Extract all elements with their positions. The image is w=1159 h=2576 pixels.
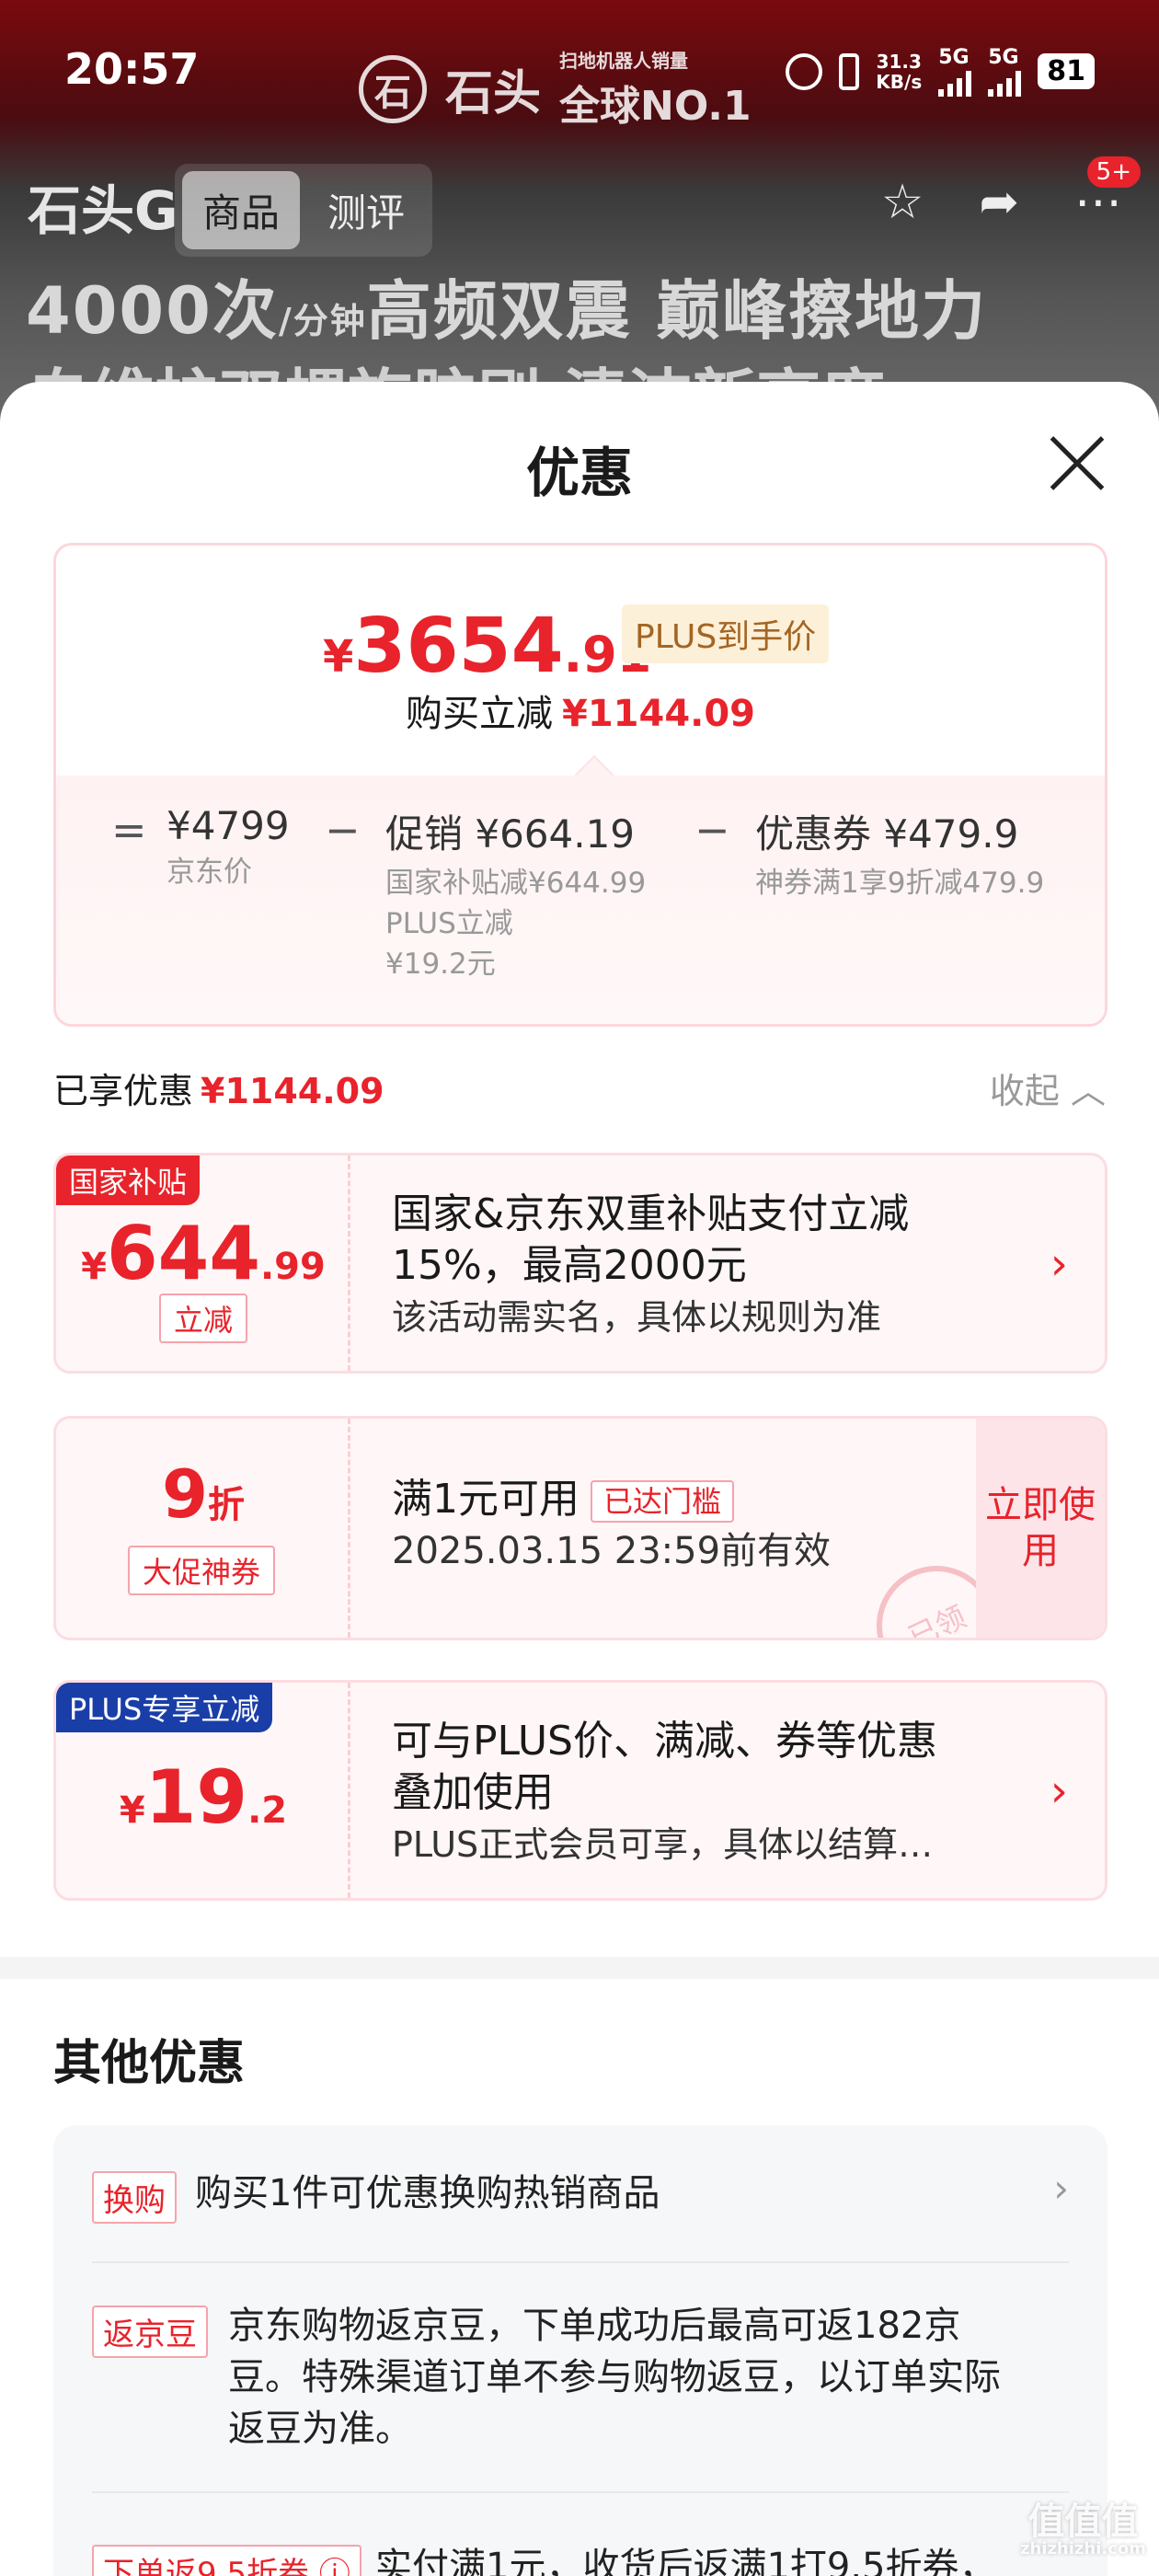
- jd-price-col: ¥4799 京东价: [166, 803, 290, 889]
- final-price: ¥3654.91: [323, 603, 652, 690]
- promo-col: 促销 ¥664.19 国家补贴减¥644.99 PLUS立减 ¥19.2元: [385, 811, 647, 981]
- message-badge: 5+: [1086, 156, 1141, 188]
- clock: 20:57: [64, 44, 200, 94]
- product-headline: 4000次/分钟高频双震 巅峰擦地力: [26, 273, 988, 349]
- instant-reduce-tag: 立减: [159, 1294, 248, 1343]
- vibrate-icon: [839, 52, 860, 90]
- plus-desc: 可与PLUS价、满减、券等优惠 叠加使用 PLUS正式会员可享，具体以结算…: [392, 1718, 937, 1865]
- promo-coupon-tag: 大促神券: [128, 1546, 276, 1595]
- list-item[interactable]: 换购 购买1件可优惠换购热销商品 ›: [92, 2125, 1069, 2263]
- subsidy-tag: 国家补贴: [56, 1156, 201, 1205]
- enjoyed-discount: 已享优惠 ¥1144.09: [53, 1071, 384, 1111]
- subsidy-card[interactable]: 国家补贴 ¥644.99 立减 国家&京东双重补贴支付立减 15%，最高2000…: [53, 1153, 1107, 1374]
- signal-icon-2: 5G: [988, 46, 1022, 97]
- other-discounts-list: 换购 购买1件可优惠换购热销商品 › 返京豆 京东购物返京豆，下单成功后最高可返…: [53, 2125, 1107, 2576]
- site-watermark: 值值值 zhizhizhi.com: [1019, 2501, 1146, 2559]
- status-bar: 20:57 31.3 KB/s 5G 5G 81: [0, 0, 1159, 138]
- plus-card[interactable]: PLUS专享立减 ¥19.2 可与PLUS价、满减、券等优惠 叠加使用 PLUS…: [53, 1680, 1107, 1901]
- sheet-title: 优惠: [525, 442, 633, 504]
- use-now-button[interactable]: 立即使用: [976, 1419, 1105, 1638]
- purchase-reduction: 购买立减 ¥1144.09: [405, 693, 756, 735]
- threshold-reached-tag: 已达门槛: [591, 1480, 735, 1523]
- tab-product[interactable]: 商品: [182, 171, 301, 249]
- equals-sign: =: [111, 805, 147, 855]
- other-discounts-title: 其他优惠: [53, 2036, 246, 2091]
- plus-amount: ¥19.2: [119, 1754, 288, 1840]
- product-title-partial[interactable]: 石头G: [28, 167, 178, 245]
- close-icon[interactable]: [1049, 435, 1106, 492]
- tab-review[interactable]: 测评: [307, 171, 425, 249]
- star-icon[interactable]: ☆: [881, 175, 924, 230]
- minus-sign-1: −: [325, 805, 361, 855]
- coupon-return-tag[interactable]: 下单返9.5折券 ⓘ: [92, 2545, 361, 2576]
- price-summary-card: ¥3654.91 PLUS到手价 购买立减 ¥1144.09 = ¥4799 京东…: [53, 543, 1107, 1027]
- net-speed: 31.3 KB/s: [876, 50, 923, 93]
- chevron-right-icon[interactable]: ›: [1050, 1238, 1068, 1290]
- collapse-button[interactable]: 收起 ︿: [990, 1063, 1106, 1113]
- minus-sign-2: −: [694, 805, 730, 855]
- discount-sheet: 优惠 ¥3654.91 PLUS到手价 购买立减 ¥1144.09 = ¥4799…: [0, 382, 1159, 2576]
- trade-in-tag: 换购: [92, 2171, 177, 2224]
- subsidy-desc: 国家&京东双重补贴支付立减 15%，最高2000元 该活动需实名，具体以规则为准: [392, 1190, 910, 1338]
- chevron-right-icon[interactable]: ›: [1050, 1765, 1068, 1817]
- discount-coupon-card: 9折 大促神券 满1元可用 已达门槛 2025.03.15 23:59前有效 已领…: [53, 1416, 1107, 1640]
- list-item: 返京豆 京东购物返京豆，下单成功后最高可返182京豆。特殊渠道订单不参与购物返豆…: [92, 2263, 1069, 2493]
- coupon-desc: 满1元可用 已达门槛 2025.03.15 23:59前有效: [392, 1476, 832, 1572]
- signal-icon-1: 5G: [938, 46, 972, 97]
- chevron-right-icon[interactable]: ›: [1053, 2166, 1069, 2211]
- coupon-col: 优惠券 ¥479.9 神券满1享9折减479.9: [755, 811, 1045, 900]
- section-divider: [0, 1957, 1159, 1979]
- list-item: 下单返9.5折券 ⓘ 实付满1元，收货后返满1打9.5折券，: [92, 2493, 1069, 2576]
- coupon-discount: 9折: [161, 1455, 246, 1533]
- jingdou-tag: 返京豆: [92, 2306, 208, 2358]
- share-icon[interactable]: ➦: [979, 175, 1019, 230]
- alarm-icon: [786, 52, 823, 90]
- product-nav: 石头G 商品 测评 ☆ ➦ ⋯ 5+: [0, 156, 1159, 257]
- subsidy-amount: ¥644.99: [81, 1211, 326, 1296]
- battery-indicator: 81: [1038, 53, 1095, 89]
- plus-tag: PLUS专享立减: [56, 1683, 273, 1732]
- plus-price-tag: PLUS到手价: [622, 604, 830, 663]
